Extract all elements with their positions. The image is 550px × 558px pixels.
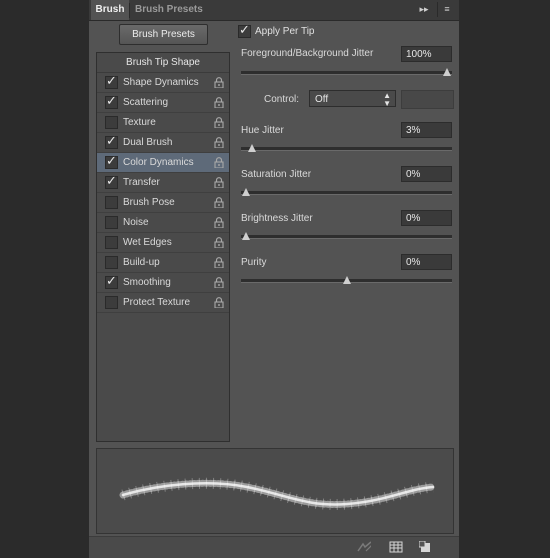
brush-grid-icon[interactable] [389,541,403,553]
hue-jitter-label: Hue Jitter [241,125,284,136]
brightness-jitter-slider[interactable] [241,232,452,240]
lock-icon[interactable] [214,277,224,289]
scattering-label: Scattering [123,97,169,108]
saturation-jitter-label: Saturation Jitter [241,169,312,180]
control-dropdown-value: Off [315,94,329,105]
transfer-label: Transfer [123,177,160,188]
protect-texture-checkbox[interactable] [105,296,118,309]
brush-pose-label: Brush Pose [123,197,175,208]
brush-presets-button[interactable]: Brush Presets [119,24,208,45]
list-item-noise[interactable]: Noise [97,213,229,233]
checkmark-icon: ✓ [106,173,117,188]
protect-texture-label: Protect Texture [123,297,191,308]
scattering-checkbox[interactable]: ✓ [105,93,118,109]
checkmark-icon: ✓ [106,93,117,108]
color-dynamics-checkbox[interactable]: ✓ [105,153,118,169]
shape-dynamics-label: Shape Dynamics [123,77,199,88]
checkmark-icon: ✓ [106,153,117,168]
checkmark-icon: ✓ [106,73,117,88]
toggle-live-tip-icon[interactable] [357,541,371,553]
apply-per-tip-label: Apply Per Tip [255,26,315,37]
checkmark-icon: ✓ [106,273,117,288]
dropdown-arrows-icon: ▲ ▼ [383,91,391,108]
lock-icon[interactable] [214,77,224,89]
panel-tab-bar: Brush Brush Presets ▸▸ ≡ [89,0,459,21]
lock-icon[interactable] [214,257,224,269]
list-item-texture[interactable]: Texture [97,113,229,133]
build-up-checkbox[interactable] [105,256,118,269]
brush-stroke-preview-canvas [119,477,437,510]
tab-brush-presets[interactable]: Brush Presets [135,0,203,20]
list-item-dual-brush[interactable]: ✓ Dual Brush [97,133,229,153]
list-item-smoothing[interactable]: ✓ Smoothing [97,273,229,293]
purity-thumb[interactable] [342,276,351,284]
saturation-jitter-thumb[interactable] [242,188,250,196]
wet-edges-label: Wet Edges [123,237,172,248]
hue-jitter-slider[interactable] [241,144,452,152]
wet-edges-checkbox[interactable] [105,236,118,249]
lock-icon[interactable] [214,197,224,209]
list-item-build-up[interactable]: Build-up [97,253,229,273]
lock-icon[interactable] [214,217,224,229]
control-dropdown[interactable]: Off ▲ ▼ [309,90,396,108]
collapse-panel-icon[interactable]: ▸▸ [416,2,432,17]
checkmark-icon: ✓ [239,22,250,37]
fg-bg-jitter-thumb[interactable] [443,68,451,76]
tab-divider [129,3,130,18]
control-label: Control: [264,94,300,105]
brush-pose-checkbox[interactable] [105,196,118,209]
apply-per-tip-checkbox[interactable]: ✓ [238,22,251,38]
list-item-scattering[interactable]: ✓ Scattering [97,93,229,113]
noise-label: Noise [123,217,149,228]
brightness-jitter-thumb[interactable] [242,232,250,240]
smoothing-label: Smoothing [123,277,171,288]
brightness-jitter-field[interactable]: 0% [401,210,452,226]
saturation-jitter-slider[interactable] [241,188,452,196]
purity-slider[interactable] [241,276,452,284]
dual-brush-checkbox[interactable]: ✓ [105,133,118,149]
fg-bg-jitter-field[interactable]: 100% [401,46,452,62]
list-item-protect-texture[interactable]: Protect Texture [97,293,229,313]
brush-stroke-preview [96,448,454,534]
texture-label: Texture [123,117,156,128]
list-item-transfer[interactable]: ✓ Transfer [97,173,229,193]
control-value-field [401,90,454,109]
brush-panel: Brush Brush Presets ▸▸ ≡ Brush Presets B… [89,0,459,558]
panel-menu-icon[interactable]: ≡ [437,2,456,17]
list-item-color-dynamics[interactable]: ✓ Color Dynamics [97,153,229,173]
hue-jitter-thumb[interactable] [248,144,257,152]
shape-dynamics-checkbox[interactable]: ✓ [105,73,118,89]
lock-icon[interactable] [214,117,224,129]
checkmark-icon: ✓ [106,133,117,148]
dual-brush-label: Dual Brush [123,137,173,148]
list-item-wet-edges[interactable]: Wet Edges [97,233,229,253]
list-item-brush-pose[interactable]: Brush Pose [97,193,229,213]
noise-checkbox[interactable] [105,216,118,229]
brush-settings-list: Brush Tip Shape ✓ Shape Dynamics ✓ Scatteri… [96,52,230,442]
lock-icon[interactable] [214,237,224,249]
lock-icon[interactable] [214,177,224,189]
smoothing-checkbox[interactable]: ✓ [105,273,118,289]
list-item-shape-dynamics[interactable]: ✓ Shape Dynamics [97,73,229,93]
texture-checkbox[interactable] [105,116,118,129]
saturation-jitter-field[interactable]: 0% [401,166,452,182]
fg-bg-jitter-slider[interactable] [241,68,452,76]
lock-icon[interactable] [214,97,224,109]
list-item-brush-tip-shape[interactable]: Brush Tip Shape [97,53,229,73]
build-up-label: Build-up [123,257,160,268]
panel-bottom-bar [89,536,459,558]
lock-icon[interactable] [214,297,224,309]
brightness-jitter-label: Brightness Jitter [241,213,313,224]
lock-icon[interactable] [214,157,224,169]
purity-field[interactable]: 0% [401,254,452,270]
transfer-checkbox[interactable]: ✓ [105,173,118,189]
hue-jitter-field[interactable]: 3% [401,122,452,138]
purity-label: Purity [241,257,267,268]
fg-bg-jitter-label: Foreground/Background Jitter [241,48,374,59]
lock-icon[interactable] [214,137,224,149]
color-dynamics-label: Color Dynamics [123,157,194,168]
new-preset-icon[interactable] [419,541,433,553]
tab-brush[interactable]: Brush [91,0,129,20]
